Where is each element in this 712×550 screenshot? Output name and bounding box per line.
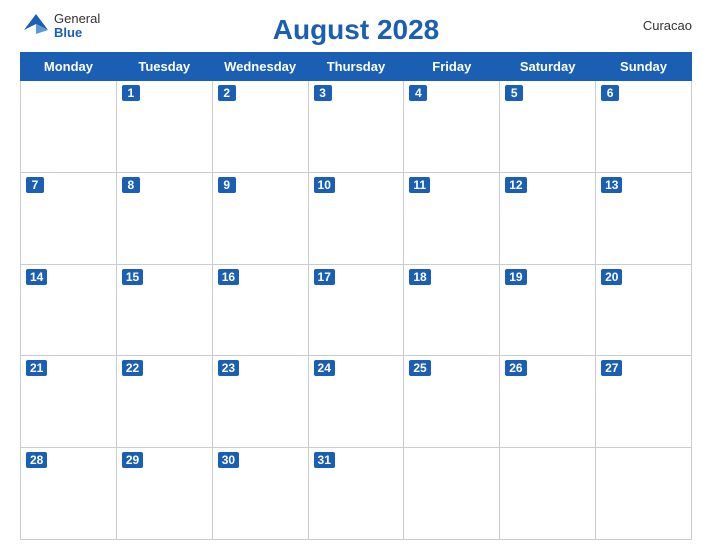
calendar-day-17: 17: [308, 264, 404, 356]
weekday-header-tuesday: Tuesday: [116, 53, 212, 81]
location-label: Curacao: [643, 18, 692, 33]
day-number: 17: [314, 269, 335, 285]
day-number: 7: [26, 177, 44, 193]
calendar-day-15: 15: [116, 264, 212, 356]
calendar-empty-cell: [500, 448, 596, 540]
calendar-table: MondayTuesdayWednesdayThursdayFridaySatu…: [20, 52, 692, 540]
calendar-day-23: 23: [212, 356, 308, 448]
day-number: 15: [122, 269, 143, 285]
calendar-day-2: 2: [212, 81, 308, 173]
calendar-header: General Blue August 2028 Curacao: [20, 10, 692, 46]
calendar-week-2: 7 8 9 10 11 12 13: [21, 172, 692, 264]
calendar-day-26: 26: [500, 356, 596, 448]
day-number: 2: [218, 85, 236, 101]
calendar-title: August 2028: [273, 14, 440, 46]
day-number: 5: [505, 85, 523, 101]
day-number: 8: [122, 177, 140, 193]
calendar-day-22: 22: [116, 356, 212, 448]
day-number: 27: [601, 360, 622, 376]
weekday-header-sunday: Sunday: [596, 53, 692, 81]
day-number: 14: [26, 269, 47, 285]
calendar-day-24: 24: [308, 356, 404, 448]
calendar-day-21: 21: [21, 356, 117, 448]
weekday-header-thursday: Thursday: [308, 53, 404, 81]
calendar-day-30: 30: [212, 448, 308, 540]
day-number: 21: [26, 360, 47, 376]
calendar-day-3: 3: [308, 81, 404, 173]
calendar-day-12: 12: [500, 172, 596, 264]
day-number: 23: [218, 360, 239, 376]
day-number: 20: [601, 269, 622, 285]
day-number: 25: [409, 360, 430, 376]
calendar-day-18: 18: [404, 264, 500, 356]
calendar-day-31: 31: [308, 448, 404, 540]
day-number: 6: [601, 85, 619, 101]
calendar-day-25: 25: [404, 356, 500, 448]
calendar-day-13: 13: [596, 172, 692, 264]
day-number: 19: [505, 269, 526, 285]
weekday-header-wednesday: Wednesday: [212, 53, 308, 81]
day-number: 30: [218, 452, 239, 468]
calendar-day-4: 4: [404, 81, 500, 173]
day-number: 16: [218, 269, 239, 285]
calendar-day-1: 1: [116, 81, 212, 173]
calendar-day-5: 5: [500, 81, 596, 173]
day-number: 26: [505, 360, 526, 376]
day-number: 31: [314, 452, 335, 468]
calendar-day-8: 8: [116, 172, 212, 264]
logo-bird-icon: [20, 10, 52, 42]
weekday-header-row: MondayTuesdayWednesdayThursdayFridaySatu…: [21, 53, 692, 81]
calendar-day-16: 16: [212, 264, 308, 356]
day-number: 9: [218, 177, 236, 193]
day-number: 4: [409, 85, 427, 101]
calendar-day-9: 9: [212, 172, 308, 264]
calendar-empty-cell: [596, 448, 692, 540]
weekday-header-friday: Friday: [404, 53, 500, 81]
calendar-week-1: 1 2 3 4 5 6: [21, 81, 692, 173]
calendar-day-27: 27: [596, 356, 692, 448]
logo-area: General Blue: [20, 10, 100, 42]
calendar-week-5: 28 29 30 31: [21, 448, 692, 540]
logo-blue-text: Blue: [54, 26, 100, 40]
calendar-day-11: 11: [404, 172, 500, 264]
calendar-day-29: 29: [116, 448, 212, 540]
day-number: 3: [314, 85, 332, 101]
day-number: 12: [505, 177, 526, 193]
calendar-day-7: 7: [21, 172, 117, 264]
day-number: 22: [122, 360, 143, 376]
calendar-day-28: 28: [21, 448, 117, 540]
day-number: 28: [26, 452, 47, 468]
calendar-day-14: 14: [21, 264, 117, 356]
calendar-day-19: 19: [500, 264, 596, 356]
calendar-week-4: 21 22 23 24 25 26 27: [21, 356, 692, 448]
day-number: 11: [409, 177, 430, 193]
calendar-week-3: 14 15 16 17 18 19 20: [21, 264, 692, 356]
weekday-header-saturday: Saturday: [500, 53, 596, 81]
calendar-empty-cell: [404, 448, 500, 540]
day-number: 1: [122, 85, 140, 101]
day-number: 24: [314, 360, 335, 376]
calendar-day-6: 6: [596, 81, 692, 173]
logo-general-text: General: [54, 12, 100, 26]
day-number: 13: [601, 177, 622, 193]
calendar-empty-cell: [21, 81, 117, 173]
calendar-day-20: 20: [596, 264, 692, 356]
calendar-day-10: 10: [308, 172, 404, 264]
weekday-header-monday: Monday: [21, 53, 117, 81]
day-number: 29: [122, 452, 143, 468]
day-number: 18: [409, 269, 430, 285]
day-number: 10: [314, 177, 335, 193]
